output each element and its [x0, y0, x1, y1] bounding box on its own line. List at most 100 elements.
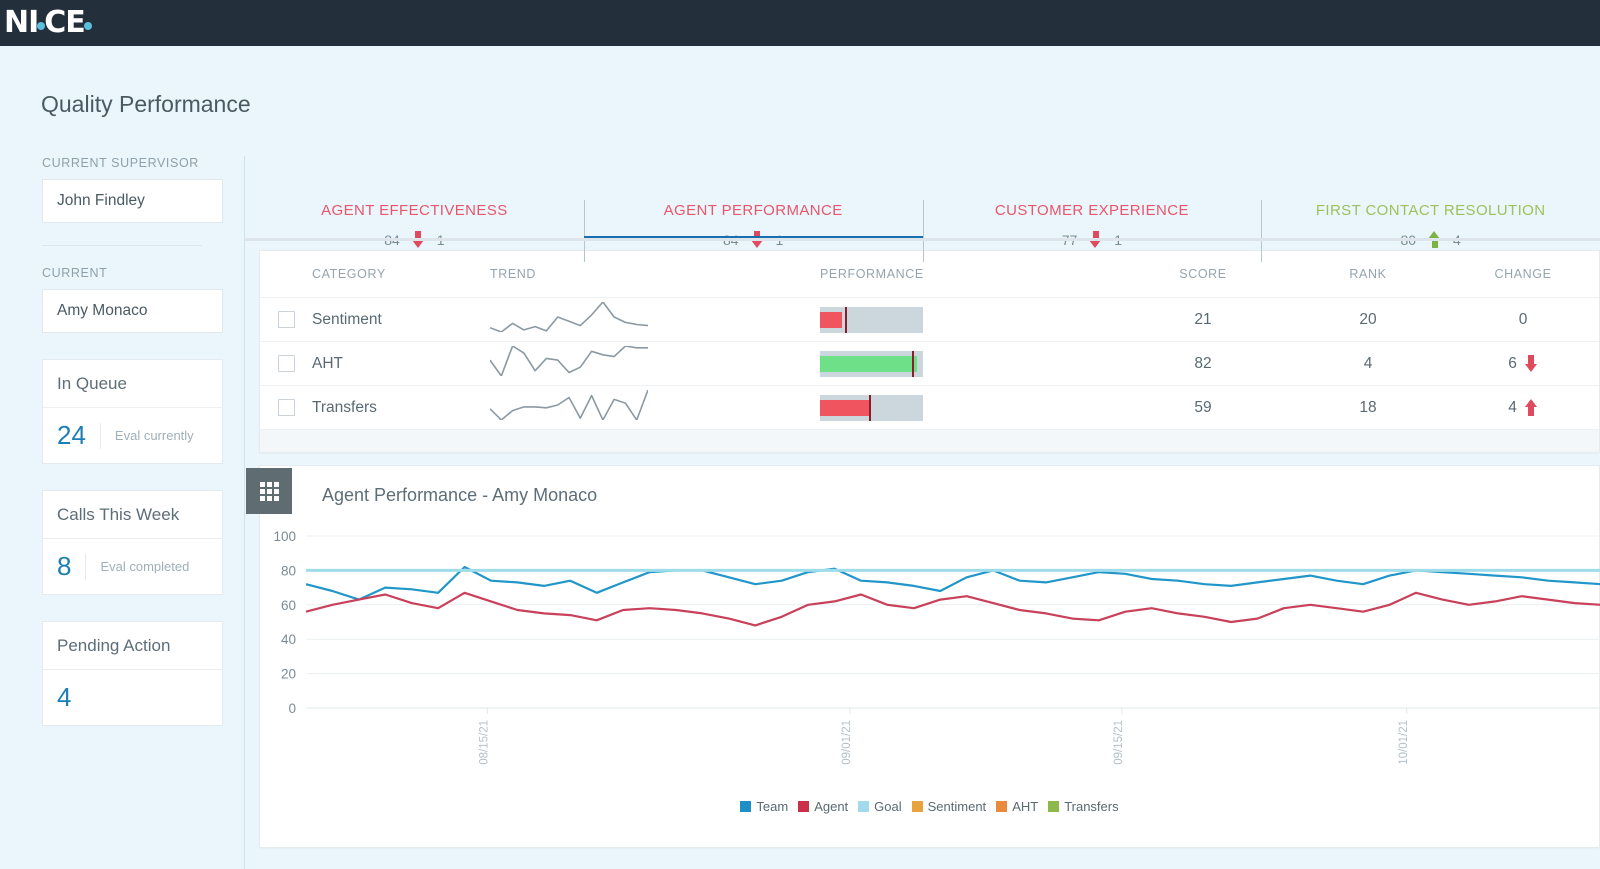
- legend-label: AHT: [1012, 799, 1039, 814]
- legend-label: Team: [756, 799, 789, 814]
- sidebar: CURRENT SUPERVISOR John Findley CURRENT …: [0, 156, 245, 869]
- cell-trend-sparkline: [489, 345, 820, 381]
- grid-glyph: [259, 481, 279, 501]
- cell-category: Sentiment: [312, 310, 382, 328]
- chart-legend: Team Agent Goal Sentiment AHT Transfers: [260, 799, 1599, 814]
- table-row[interactable]: Sentiment 21 20 0: [260, 298, 1599, 342]
- cell-change: 6: [1448, 355, 1598, 373]
- svg-text:80: 80: [281, 563, 296, 578]
- cell-score: 59: [1194, 398, 1212, 416]
- stat-card-body: 4: [43, 670, 222, 725]
- stat-card-value: 4: [57, 682, 72, 712]
- tab-label: AGENT EFFECTIVENESS: [321, 202, 508, 219]
- nice-logo[interactable]: NI CE: [4, 5, 92, 40]
- bullet-track: [820, 350, 923, 377]
- chart-title: Agent Performance - Amy Monaco: [322, 484, 598, 505]
- legend-label: Goal: [874, 799, 902, 814]
- change-value: 6: [1508, 354, 1517, 372]
- logo-text: NI CE: [4, 5, 92, 40]
- row-checkbox-cell: [260, 311, 312, 328]
- sidebar-divider: [42, 245, 202, 246]
- row-checkbox[interactable]: [277, 311, 295, 328]
- main-content: AGENT EFFECTIVENESS 84 1 AGENT PERFORMAN…: [245, 156, 1600, 869]
- tab-underline-track: [245, 238, 1600, 241]
- change-value-group: 4: [1508, 399, 1538, 417]
- legend-swatch: [911, 801, 923, 812]
- tab-customer-experience[interactable]: CUSTOMER EXPERIENCE 77 1: [922, 156, 1262, 262]
- svg-text:100: 100: [273, 529, 296, 544]
- svg-text:60: 60: [281, 598, 296, 613]
- legend-label: Transfers: [1064, 799, 1119, 814]
- row-checkbox-cell: [260, 399, 312, 416]
- current-supervisor-field[interactable]: John Findley: [42, 179, 223, 223]
- svg-text:09/01/21: 09/01/21: [841, 720, 853, 765]
- cell-performance-bar: [820, 394, 1118, 421]
- legend-item-transfers[interactable]: Transfers: [1048, 799, 1119, 814]
- chart-plot-area: 0 20 40 60 80 100 08/15/21 09/01/21 09/15/21 10/0…: [260, 524, 1600, 834]
- svg-text:20: 20: [281, 667, 296, 682]
- svg-text:40: 40: [281, 632, 296, 647]
- cell-performance-bar: [820, 306, 1118, 333]
- tab-agent-performance[interactable]: AGENT PERFORMANCE 84 1: [583, 156, 923, 262]
- table-row[interactable]: Transfers 59 18 4: [260, 386, 1599, 430]
- change-value-group: 6: [1508, 355, 1538, 373]
- metrics-table-panel: CATEGORY TREND PERFORMANCE SCORE RANK CH…: [259, 250, 1600, 453]
- row-checkbox[interactable]: [277, 355, 295, 372]
- stat-card-in-queue[interactable]: In Queue 24 Eval currently: [42, 359, 223, 464]
- cell-score: 21: [1194, 310, 1212, 328]
- legend-swatch: [858, 801, 870, 812]
- chart-title-bar: Agent Performance - Amy Monaco: [246, 466, 1599, 524]
- kpi-tab-bar: AGENT EFFECTIVENESS 84 1 AGENT PERFORMAN…: [245, 156, 1600, 262]
- bullet-fill: [820, 355, 917, 372]
- table-row[interactable]: AHT 82 4 6: [260, 342, 1599, 386]
- legend-swatch: [740, 801, 752, 812]
- bullet-fill: [820, 311, 842, 328]
- legend-item-team[interactable]: Team: [740, 799, 788, 814]
- legend-item-aht[interactable]: AHT: [996, 799, 1038, 814]
- legend-label: Sentiment: [927, 799, 987, 814]
- column-header-category[interactable]: CATEGORY: [312, 267, 490, 281]
- tab-first-contact-resolution[interactable]: FIRST CONTACT RESOLUTION 80 4: [1261, 156, 1600, 262]
- top-navigation-bar: NI CE: [0, 0, 1600, 46]
- bullet-track: [820, 306, 923, 333]
- cell-category: AHT: [312, 354, 343, 372]
- row-checkbox-cell: [260, 355, 312, 372]
- cell-category: Transfers: [312, 398, 377, 416]
- column-header-rank[interactable]: RANK: [1288, 267, 1448, 281]
- svg-text:0: 0: [288, 701, 296, 716]
- cell-performance-bar: [820, 350, 1118, 377]
- stat-card-title: Pending Action: [43, 622, 222, 670]
- tab-label: FIRST CONTACT RESOLUTION: [1315, 202, 1546, 219]
- legend-item-goal[interactable]: Goal: [858, 799, 902, 814]
- stat-card-subtitle: Eval completed: [100, 559, 190, 574]
- legend-item-agent[interactable]: Agent: [798, 799, 848, 814]
- cell-rank: 18: [1359, 398, 1377, 416]
- stat-card-pending-action[interactable]: Pending Action 4: [42, 621, 223, 726]
- stat-card-value: 8: [57, 551, 72, 581]
- grid-icon[interactable]: [246, 468, 292, 514]
- column-header-trend[interactable]: TREND: [490, 267, 820, 281]
- current-agent-label: CURRENT: [42, 266, 108, 280]
- stat-card-title: In Queue: [43, 360, 222, 408]
- stat-card-body: 8 Eval completed: [43, 539, 222, 594]
- cell-rank: 4: [1363, 354, 1373, 372]
- stat-card-calls-this-week[interactable]: Calls This Week 8 Eval completed: [42, 490, 223, 595]
- svg-text:09/15/21: 09/15/21: [1113, 720, 1125, 765]
- bullet-fill: [820, 399, 870, 416]
- line-chart: 0 20 40 60 80 100 08/15/21 09/01/21 09/15/21 10/0…: [273, 529, 1600, 765]
- legend-item-sentiment[interactable]: Sentiment: [911, 799, 987, 814]
- stat-card-title: Calls This Week: [43, 491, 222, 539]
- tab-agent-effectiveness[interactable]: AGENT EFFECTIVENESS 84 1: [245, 156, 584, 248]
- cell-change: 4: [1448, 399, 1598, 417]
- row-checkbox[interactable]: [277, 399, 295, 416]
- table-header-row: CATEGORY TREND PERFORMANCE SCORE RANK CH…: [260, 251, 1599, 298]
- stat-card-body: 24 Eval currently: [43, 408, 222, 463]
- current-agent-field[interactable]: Amy Monaco: [42, 289, 223, 333]
- column-header-performance[interactable]: PERFORMANCE: [820, 267, 1118, 281]
- column-header-change[interactable]: CHANGE: [1448, 267, 1598, 281]
- svg-text:08/15/21: 08/15/21: [478, 720, 490, 765]
- legend-label: Agent: [814, 799, 849, 814]
- stat-card-value: 24: [57, 420, 86, 450]
- cell-score: 82: [1194, 354, 1212, 372]
- column-header-score[interactable]: SCORE: [1118, 267, 1288, 281]
